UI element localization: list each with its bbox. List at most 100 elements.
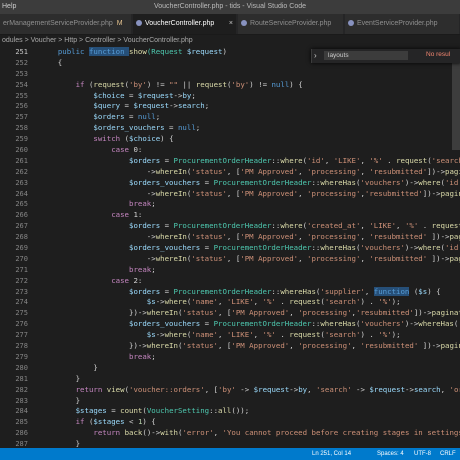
code-token: } [40,395,81,405]
code-line: $orders_vouchers = ProcurementOrderHeade… [40,243,460,254]
code-token: 'by' [218,384,236,394]
code-token: , [218,297,227,307]
line-number: 285 [15,418,28,427]
vertical-scrollbar-thumb[interactable] [452,60,460,150]
line-number: 278 [15,342,28,351]
tab-route-service-provider[interactable]: RouteServiceProvider.php [238,14,344,34]
code-token: = [120,101,134,111]
code-token: , [298,253,308,263]
code-token: '%' [262,330,276,340]
eol-setting[interactable]: CRLF [440,448,456,460]
find-widget: › layouts No resul [311,49,460,63]
code-token: whereIn [155,253,187,263]
code-token: ; [191,90,196,100]
tab-management-service-provider[interactable]: erManagementServiceProvider.php M [0,14,132,34]
code-token: $orders_vouchers [129,319,201,329]
code-token: null [177,123,196,133]
code-editor[interactable]: public function show(Request $request) {… [40,47,460,448]
line-number: 286 [15,429,28,438]
code-token: 'orders' [449,384,460,394]
indentation-setting[interactable]: Spaces: 4 [377,448,404,460]
code-token: 'processing' [298,341,352,351]
close-icon[interactable]: × [229,14,233,34]
code-line: if ($stages < 1) { [40,417,460,428]
code-token: -> [405,384,414,394]
line-number: 277 [15,331,28,340]
tab-label: VoucherController.php [145,20,215,27]
line-number: 262 [15,167,28,176]
line-number: 251 [15,48,28,56]
code-token: ; [151,199,156,209]
code-token: $orders [93,112,125,122]
code-token: , [ [218,341,232,351]
code-token: , [289,341,299,351]
code-token: 'id' [444,243,460,253]
code-token: 'processing' [298,308,352,318]
code-token: paginate [449,232,460,242]
code-line: $orders_vouchers = ProcurementOrderHeade… [40,319,460,330]
tab-voucher-controller[interactable]: VoucherController.php × [133,14,237,34]
code-token: :: [209,406,219,416]
code-token: 'by' [129,79,147,89]
code-token: ])-> [413,308,432,318]
code-token: request [93,79,125,89]
code-token: , [253,330,263,340]
code-token: request [195,79,227,89]
code-token: request [289,297,321,307]
window-title: VoucherController.php - tids - Visual St… [153,3,306,10]
code-token: -> [289,384,299,394]
code-token: return [93,428,125,438]
code-token: } [40,362,98,372]
code-token: , [ [226,188,241,198]
find-input[interactable]: layouts [324,51,408,60]
php-file-icon [348,20,354,27]
code-token: 'search' [316,384,352,394]
encoding-setting[interactable]: UTF-8 [414,448,431,460]
code-token: 'LIKE' [226,330,254,340]
code-line: $orders = ProcurementOrderHeader::where(… [40,221,460,232]
line-number: 268 [15,233,28,242]
chevron-right-icon[interactable]: › [314,51,317,60]
code-token: where [164,297,187,307]
code-token: paginate [440,341,460,351]
code-token: all [218,406,232,416]
code-token: ProcurementOrderHeader [213,243,312,253]
code-token: = [106,406,121,416]
line-number: 281 [15,374,28,383]
code-token: : [137,275,143,285]
code-line: $orders = ProcurementOrderHeader::whereH… [40,286,460,298]
code-token: 'PM Approved' [240,253,299,263]
code-token: , [364,286,374,296]
line-number: 255 [15,91,28,100]
code-token: break [129,199,152,209]
code-token: 'status' [182,341,219,351]
code-token: ()); [231,406,250,416]
code-token: , [298,232,308,242]
code-token: '%' [378,330,392,340]
breadcrumb[interactable]: odules > Voucher > Http > Controller > V… [0,35,460,47]
code-token: $query [93,101,121,111]
code-token: ProcurementOrderHeader [213,319,312,329]
code-token: })-> [40,308,147,318]
modified-badge: M [116,20,123,27]
code-token: , [298,188,308,198]
code-token: 'created_at' [307,221,361,231]
code-token: $request [253,384,290,394]
code-token: } [40,439,81,448]
code-token: , [307,384,316,394]
cursor-position[interactable]: Ln 251, Col 14 [312,448,351,460]
code-token: case [111,145,134,155]
code-token: (Request [146,47,187,56]
code-line: })->whereIn('status', ['PM Approved', 'p… [40,341,460,352]
code-token: . [275,297,290,307]
code-token: case [111,275,134,285]
code-line: } [40,439,460,448]
tab-event-service-provider[interactable]: EventServiceProvider.php [345,14,460,34]
line-number: 253 [15,69,28,78]
code-token: )-> [404,243,419,253]
code-token: 'name' [191,297,219,307]
